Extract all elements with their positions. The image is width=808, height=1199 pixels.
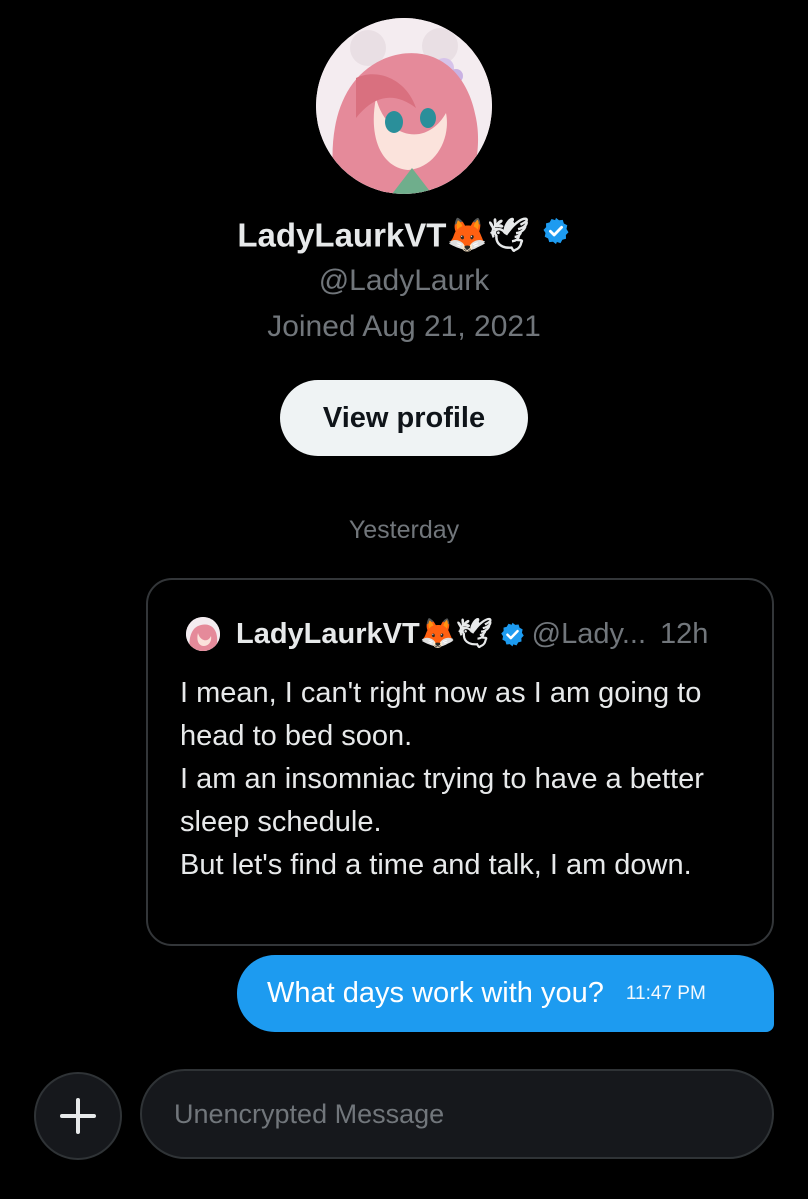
message-composer xyxy=(140,1069,774,1159)
quoted-post-line: I mean, I can't right now as I am going … xyxy=(180,677,702,752)
quoted-post-time: 12h xyxy=(660,617,709,650)
quoted-post-body: I mean, I can't right now as I am going … xyxy=(180,672,750,887)
profile-joined-date: Joined Aug 21, 2021 xyxy=(267,310,541,343)
sent-message-time: 11:47 PM xyxy=(625,982,706,1004)
day-divider: Yesterday xyxy=(348,516,460,544)
quoted-post-line: But let's find a time and talk, I am dow… xyxy=(180,849,692,881)
quoted-author-name: LadyLaurkVT xyxy=(236,617,420,650)
profile-display-name: LadyLaurkVT🦊🕊 xyxy=(0,214,808,255)
sent-message-text: What days work with you? xyxy=(267,977,604,1009)
verified-badge-icon xyxy=(541,216,571,254)
name-emojis: 🦊🕊 xyxy=(446,215,530,253)
avatar-illustration xyxy=(316,18,492,194)
sent-message-bubble[interactable]: What days work with you? 11:47 PM xyxy=(237,955,774,1032)
dm-conversation-screen: LadyLaurkVT🦊🕊 @LadyLaurk Joined Aug 21, … xyxy=(0,0,808,1199)
profile-avatar[interactable] xyxy=(316,18,492,194)
quoted-author-emojis: 🦊🕊 xyxy=(419,618,493,650)
add-attachment-button[interactable] xyxy=(34,1072,122,1160)
quoted-verified-badge-icon xyxy=(499,621,526,648)
quoted-author-avatar xyxy=(186,617,220,651)
quoted-post-line: I am an insomniac trying to have a bette… xyxy=(180,763,704,838)
profile-handle: @LadyLaurk xyxy=(318,264,490,297)
quoted-post-header: LadyLaurkVT 🦊🕊 @Lady... 12h xyxy=(186,614,708,654)
display-name-text: LadyLaurkVT xyxy=(237,216,447,254)
view-profile-button[interactable]: View profile xyxy=(280,380,528,456)
quoted-post-card[interactable]: LadyLaurkVT 🦊🕊 @Lady... 12h I mean, I can… xyxy=(146,578,774,946)
message-input[interactable] xyxy=(142,1071,772,1157)
quoted-author-handle: @Lady... xyxy=(531,617,646,650)
plus-icon xyxy=(60,1098,96,1134)
